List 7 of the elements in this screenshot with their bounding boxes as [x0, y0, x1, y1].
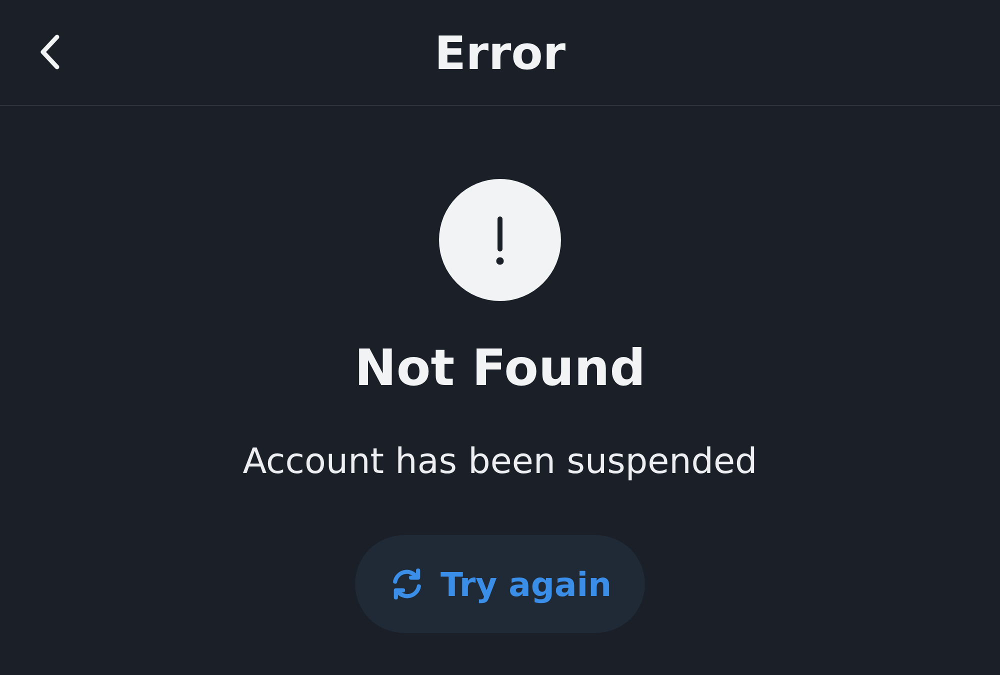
back-chevron-icon — [38, 34, 62, 70]
error-message: Account has been suspended — [242, 441, 758, 484]
page-title: Error — [434, 26, 566, 80]
back-button[interactable] — [38, 34, 62, 70]
error-heading: Not Found — [354, 338, 646, 399]
exclamation-icon — [439, 179, 561, 301]
try-again-button[interactable]: Try again — [355, 535, 645, 633]
